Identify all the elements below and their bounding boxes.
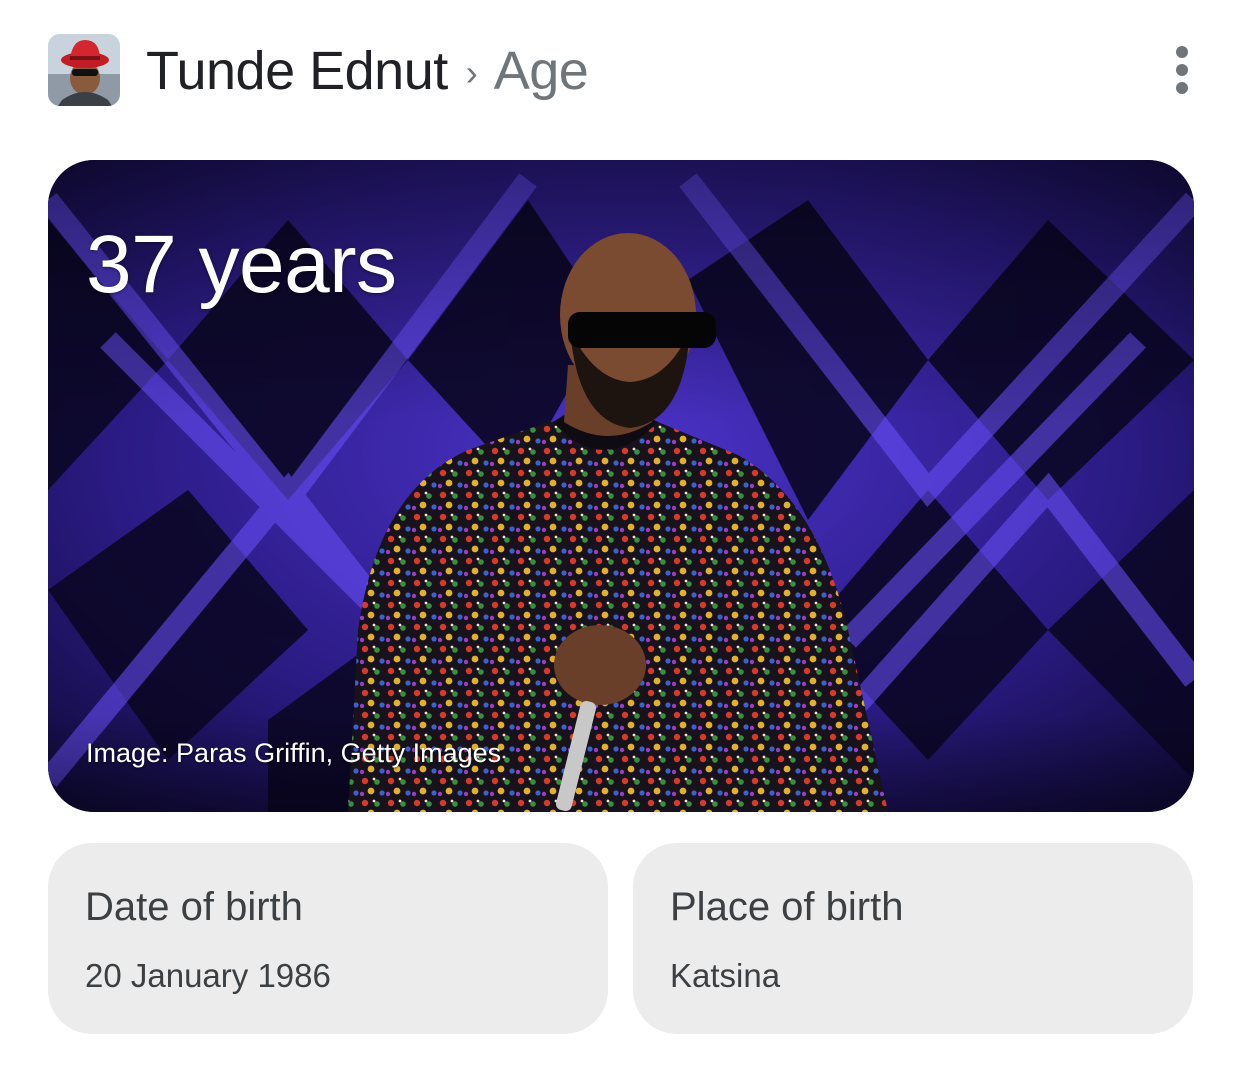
age-image-card[interactable]: 37 years Image: Paras Griffin, Getty Ima… [48, 160, 1194, 812]
avatar[interactable] [48, 34, 120, 106]
knowledge-header: Tunde Ednut › Age [48, 34, 1198, 108]
entity-name[interactable]: Tunde Ednut [146, 40, 448, 102]
person-thumbnail-icon [48, 34, 120, 106]
more-vert-icon-dot [1176, 82, 1188, 94]
more-vert-icon [1176, 46, 1188, 58]
more-options-button[interactable] [1170, 42, 1194, 98]
fact-label: Place of birth [670, 885, 904, 929]
fact-value: Katsina [670, 957, 781, 994]
date-of-birth-card[interactable]: Date of birth 20 January 1986 [48, 843, 608, 1034]
breadcrumb: Tunde Ednut › Age [146, 40, 589, 102]
age-value: 37 years [86, 219, 397, 310]
place-of-birth-card[interactable]: Place of birth Katsina [633, 843, 1193, 1034]
fact-label: Date of birth [85, 885, 303, 929]
attribute-name: Age [493, 41, 589, 101]
breadcrumb-separator: › [465, 52, 478, 93]
more-vert-icon-dot [1176, 64, 1188, 76]
image-credit[interactable]: Image: Paras Griffin, Getty Images [86, 738, 501, 769]
fact-value: 20 January 1986 [85, 957, 331, 994]
